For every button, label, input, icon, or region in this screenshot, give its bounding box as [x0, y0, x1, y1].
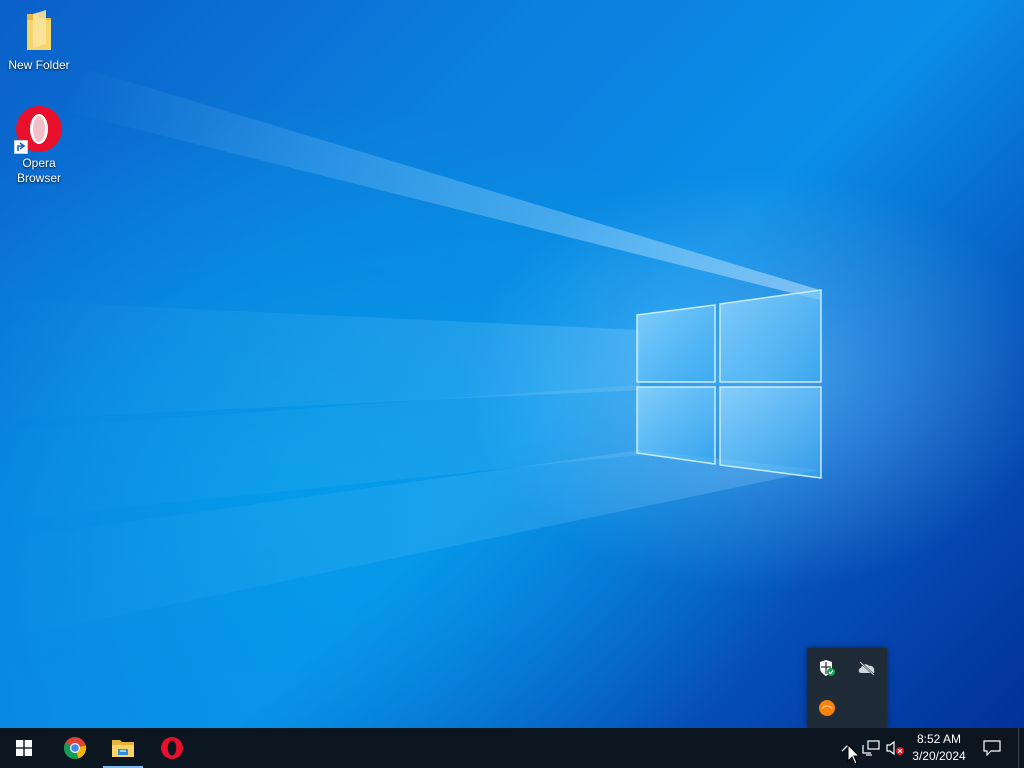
desktop-icon-label: New Folder: [8, 58, 70, 72]
clock-date: 3/20/2024: [912, 749, 966, 763]
show-desktop-button[interactable]: [1018, 728, 1024, 768]
volume-button[interactable]: [884, 728, 906, 768]
opera-icon: [161, 737, 183, 759]
tray-overflow-popup: [807, 648, 887, 728]
windows-security-icon: [820, 660, 835, 676]
taskbar-clock[interactable]: 8:52 AM 3/20/2024: [906, 728, 972, 768]
action-center-button[interactable]: [978, 728, 1006, 768]
windows-start-icon: [16, 740, 32, 756]
chrome-icon: [64, 737, 87, 759]
tray-item-orange-app[interactable]: [807, 688, 847, 728]
wallpaper-beams: [0, 70, 820, 640]
desktop[interactable]: New Folder Opera Browser: [0, 0, 1024, 728]
folder-icon: [27, 10, 51, 50]
taskbar-chrome-button[interactable]: [51, 728, 99, 768]
taskbar-opera-button[interactable]: [148, 728, 196, 768]
onedrive-offline-icon: [858, 661, 875, 676]
desktop-icon-label: Opera Browser: [16, 156, 61, 185]
desktop-icon-new-folder[interactable]: New Folder: [1, 8, 77, 73]
tray-item-onedrive[interactable]: [847, 648, 887, 688]
windows-logo-wallpaper: [636, 289, 822, 479]
action-center-icon: [983, 740, 1001, 756]
shortcut-arrow-icon: [14, 140, 28, 154]
desktop-icon-opera-browser[interactable]: Opera Browser: [1, 104, 77, 186]
taskbar: 8:52 AM 3/20/2024: [0, 728, 1024, 768]
network-button[interactable]: [860, 728, 882, 768]
taskbar-file-explorer-button[interactable]: [99, 728, 147, 768]
tray-item-security[interactable]: [807, 648, 847, 688]
mouse-cursor-icon: [847, 744, 861, 765]
start-button[interactable]: [0, 728, 48, 768]
volume-muted-icon: [886, 740, 904, 756]
clock-time: 8:52 AM: [916, 732, 962, 746]
network-icon: [862, 740, 880, 756]
orange-app-icon: [819, 700, 835, 716]
file-explorer-icon: [112, 740, 134, 757]
